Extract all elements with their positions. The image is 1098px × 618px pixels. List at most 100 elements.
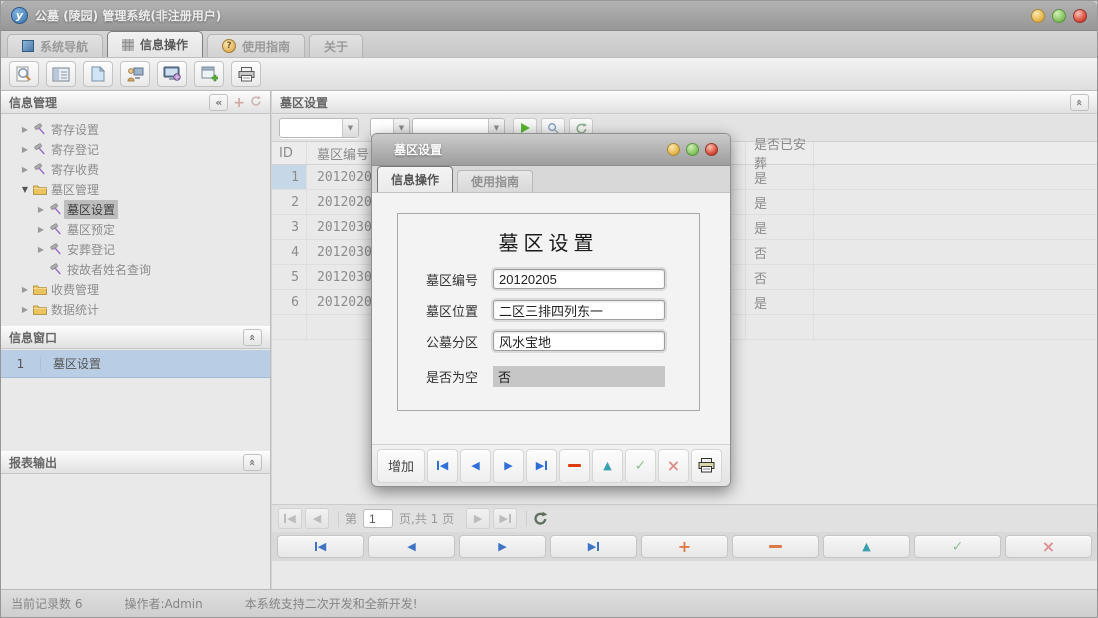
folder-icon	[31, 284, 48, 295]
form-icon	[52, 67, 70, 82]
prev-record-button[interactable]: ◀	[368, 535, 455, 558]
filter-field-select[interactable]: ▼	[279, 118, 359, 138]
navigation-square-icon	[22, 40, 34, 52]
dialog-last-record-button[interactable]: ▶	[526, 449, 557, 483]
tab-about[interactable]: 关于	[309, 34, 363, 57]
form-view-button[interactable]	[46, 61, 76, 87]
dialog-first-record-button[interactable]: ◀	[427, 449, 458, 483]
cemetery-code-input[interactable]	[493, 269, 665, 289]
last-record-button[interactable]: ▶	[550, 535, 637, 558]
tree-item-label-selected: 墓区设置	[64, 200, 118, 219]
add-button[interactable]: 增加	[377, 449, 425, 483]
tool-icon	[47, 263, 64, 275]
dialog-tab-user-guide[interactable]: 使用指南	[457, 170, 533, 192]
tree-item-fee-management[interactable]: ▶ 收费管理	[1, 279, 270, 299]
dialog-close-button[interactable]	[705, 143, 718, 156]
tree-item-label: 数据统计	[48, 300, 102, 319]
tree-item-storage-fee[interactable]: ▶ 寄存收费	[1, 159, 270, 179]
collapse-panel-button[interactable]: «	[243, 329, 262, 346]
tree-item-cemetery-setup[interactable]: ▶ 墓区设置	[1, 199, 270, 219]
page-total-label: 页,共 1 页	[399, 510, 454, 527]
cross-icon: ×	[667, 458, 680, 474]
confirm-button[interactable]: ✓	[914, 535, 1001, 558]
help-coin-icon: ?	[222, 39, 236, 53]
minimize-button[interactable]	[1031, 9, 1045, 23]
print-button[interactable]	[231, 61, 261, 87]
field-label-location: 墓区位置	[426, 301, 493, 320]
expand-arrow-icon[interactable]: ▶	[19, 125, 31, 134]
cancel-button[interactable]: ×	[1005, 535, 1092, 558]
tab-system-navigation[interactable]: 系统导航	[7, 34, 103, 57]
operator-button[interactable]	[120, 61, 150, 87]
dialog-title-bar[interactable]: 墓区设置	[372, 134, 730, 166]
collapse-panel-button[interactable]: «	[243, 454, 262, 471]
expand-arrow-icon[interactable]: ▶	[35, 245, 47, 254]
check-icon: ✓	[952, 539, 964, 555]
add-record-button[interactable]: +	[641, 535, 728, 558]
tree-item-cemetery-reserve[interactable]: ▶ 墓区预定	[1, 219, 270, 239]
first-record-button[interactable]: ◀	[277, 535, 364, 558]
page-number-input[interactable]	[363, 509, 393, 528]
dialog-cancel-button[interactable]: ×	[658, 449, 689, 483]
info-window-item[interactable]: 1 墓区设置	[1, 350, 270, 378]
expand-arrow-icon[interactable]: ▶	[19, 305, 31, 314]
dialog-maximize-button[interactable]	[686, 143, 699, 156]
last-page-button[interactable]: ▶	[493, 508, 517, 529]
cemetery-zone-input[interactable]	[493, 331, 665, 351]
cell-id: 2	[272, 190, 307, 214]
dialog-print-button[interactable]	[691, 449, 722, 483]
expand-arrow-icon[interactable]: ▶	[35, 225, 47, 234]
next-record-button[interactable]: ▶	[459, 535, 546, 558]
close-button[interactable]	[1073, 9, 1087, 23]
expand-arrow-icon[interactable]: ▶	[35, 205, 47, 214]
dialog-next-record-button[interactable]: ▶	[493, 449, 524, 483]
refresh-icon[interactable]	[250, 95, 262, 111]
dialog-tab-bar: 信息操作 使用指南	[372, 166, 730, 193]
collapse-main-button[interactable]: «	[1070, 94, 1089, 111]
dialog-delete-button[interactable]	[559, 449, 590, 483]
prev-page-button[interactable]: ◀	[305, 508, 329, 529]
tab-info-operation[interactable]: 信息操作	[107, 31, 203, 57]
tree-item-storage-setup[interactable]: ▶ 寄存设置	[1, 119, 270, 139]
delete-record-button[interactable]	[732, 535, 819, 558]
expand-arrow-icon[interactable]: ▶	[19, 145, 31, 154]
cemetery-location-input[interactable]	[493, 300, 665, 320]
monitor-button[interactable]	[157, 61, 187, 87]
tree-item-data-statistics[interactable]: ▶ 数据统计	[1, 299, 270, 319]
tree-item-storage-register[interactable]: ▶ 寄存登记	[1, 139, 270, 159]
tool-icon	[47, 243, 64, 255]
maximize-button[interactable]	[1052, 9, 1066, 23]
refresh-page-button[interactable]	[533, 511, 548, 526]
tool-icon	[47, 203, 64, 215]
tool-icon	[31, 143, 48, 155]
add-icon[interactable]: +	[233, 95, 245, 111]
column-header-buried[interactable]: 是否已安葬	[746, 142, 814, 164]
column-header-id[interactable]: ID	[272, 142, 307, 164]
new-window-button[interactable]	[194, 61, 224, 87]
tree-item-burial-register[interactable]: ▶ 安葬登记	[1, 239, 270, 259]
dialog-confirm-button[interactable]: ✓	[625, 449, 656, 483]
search-button[interactable]	[9, 61, 39, 87]
tree-item-label: 寄存收费	[48, 160, 102, 179]
dialog-prev-record-button[interactable]: ◀	[460, 449, 491, 483]
record-count-label: 当前记录数 6	[11, 595, 82, 612]
tree-item-search-by-name[interactable]: 按故者姓名查询	[1, 259, 270, 279]
document-button[interactable]	[83, 61, 113, 87]
tab-label: 关于	[324, 38, 348, 55]
edit-record-button[interactable]: ▲	[823, 535, 910, 558]
panel-title: 信息窗口	[9, 329, 57, 346]
expand-arrow-icon[interactable]: ▶	[19, 165, 31, 174]
dialog-body: 墓区设置 墓区编号 墓区位置 公墓分区 是否为空 否	[372, 194, 730, 444]
next-page-button[interactable]: ▶	[466, 508, 490, 529]
tool-icon	[31, 163, 48, 175]
tree-item-cemetery-management[interactable]: ▼ 墓区管理	[1, 179, 270, 199]
dialog-minimize-button[interactable]	[667, 143, 680, 156]
collapse-arrow-icon[interactable]: ▼	[19, 185, 31, 194]
cell-buried: 否	[746, 265, 814, 289]
dialog-edit-button[interactable]: ▲	[592, 449, 623, 483]
first-page-button[interactable]: ◀	[278, 508, 302, 529]
collapse-sidebar-button[interactable]: «	[209, 94, 228, 111]
tab-user-guide[interactable]: ? 使用指南	[207, 34, 305, 57]
dialog-tab-info-operation[interactable]: 信息操作	[377, 166, 453, 192]
expand-arrow-icon[interactable]: ▶	[19, 285, 31, 294]
